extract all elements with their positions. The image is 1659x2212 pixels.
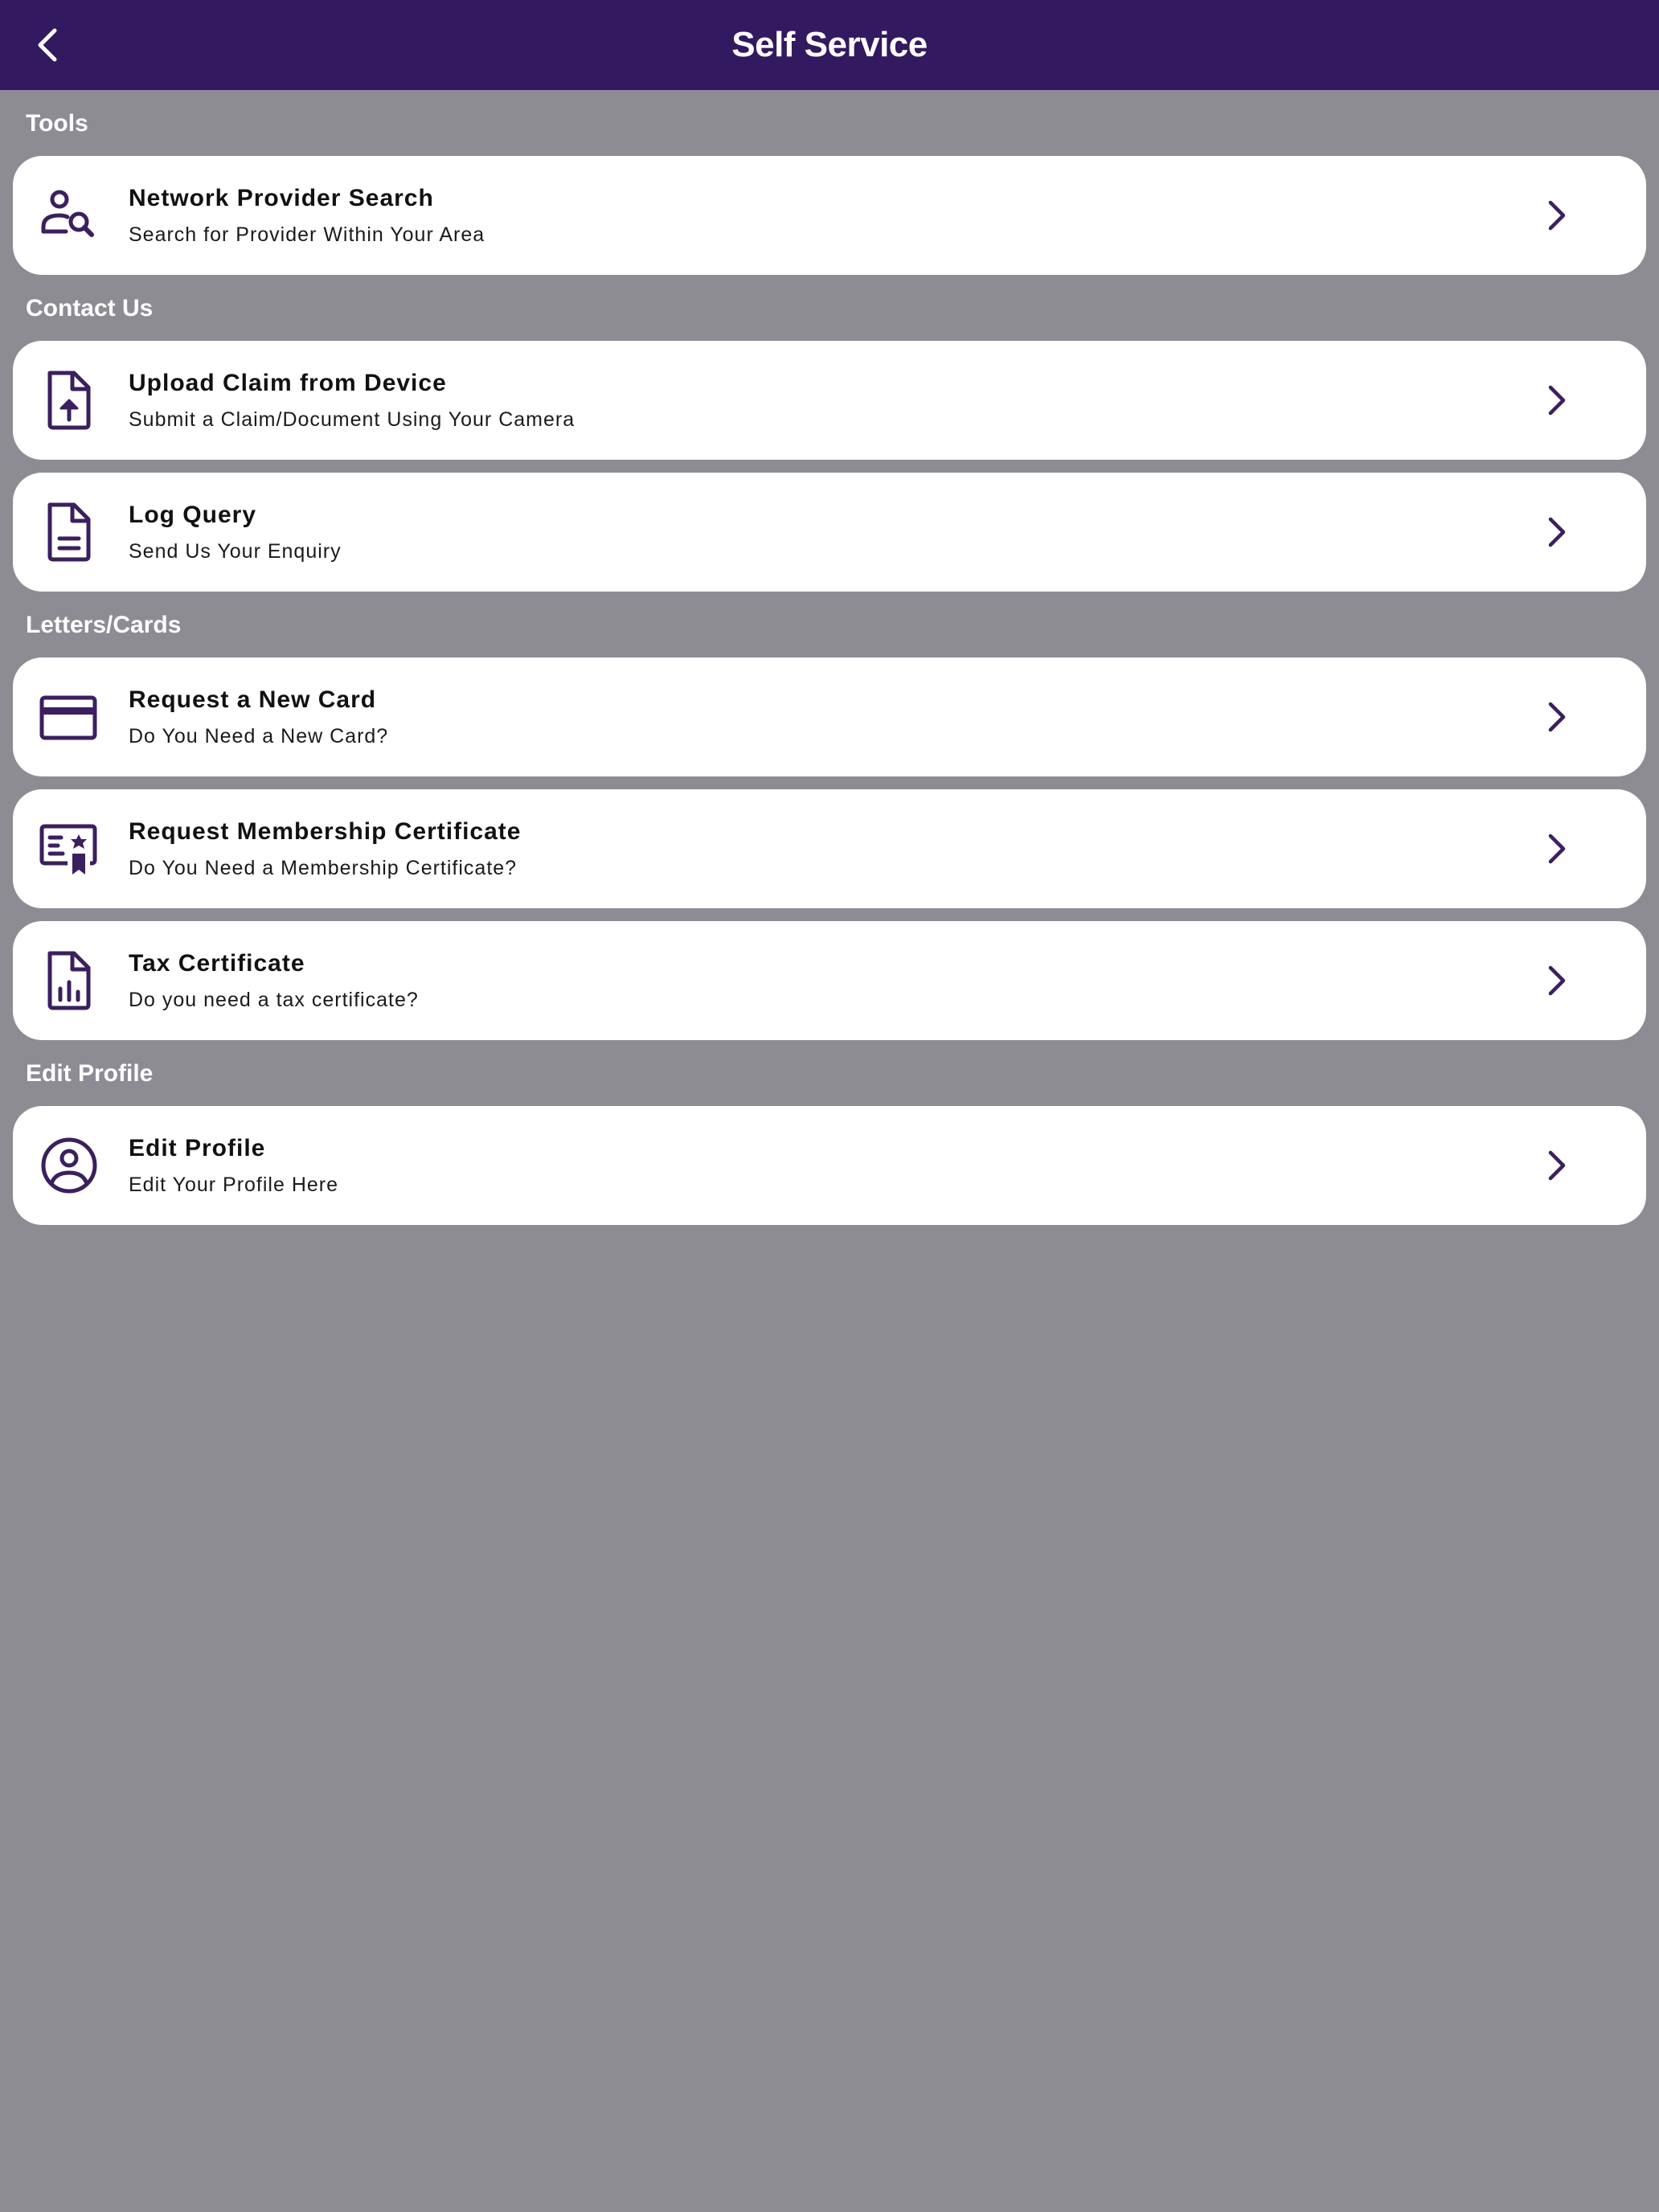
item-title: Request Membership Certificate [129, 818, 522, 845]
document-icon [39, 502, 100, 563]
edit-profile-item[interactable]: Edit Profile Edit Your Profile Here [13, 1106, 1646, 1225]
request-new-card-item[interactable]: Request a New Card Do You Need a New Car… [13, 657, 1646, 776]
item-subtitle: Submit a Claim/Document Using Your Camer… [129, 408, 576, 431]
item-title: Network Provider Search [129, 185, 434, 211]
item-title: Tax Certificate [129, 950, 305, 977]
item-title: Upload Claim from Device [129, 370, 447, 396]
section-header-edit-profile: Edit Profile [26, 1060, 154, 1087]
file-upload-icon [39, 370, 100, 431]
item-title: Log Query [129, 502, 257, 528]
settings-list: Tools Network Provider Search Search for… [0, 90, 1659, 1225]
credit-card-icon [39, 686, 100, 748]
log-query-item[interactable]: Log Query Send Us Your Enquiry [13, 473, 1646, 592]
network-provider-search-item[interactable]: Network Provider Search Search for Provi… [13, 156, 1646, 275]
item-subtitle: Do You Need a Membership Certificate? [129, 857, 518, 879]
chevron-right-icon [1537, 698, 1575, 736]
upload-claim-item[interactable]: Upload Claim from Device Submit a Claim/… [13, 341, 1646, 460]
section-header-tools: Tools [26, 110, 88, 137]
navigation-bar: Self Service [0, 0, 1659, 90]
user-search-icon [39, 185, 100, 246]
chevron-right-icon [1537, 513, 1575, 551]
section-header-letters-cards: Letters/Cards [26, 612, 182, 638]
certificate-icon [39, 818, 100, 879]
chevron-right-icon [1537, 830, 1575, 868]
page-title: Self Service [731, 25, 928, 64]
chevron-right-icon [1537, 1146, 1575, 1185]
file-chart-icon [39, 950, 100, 1011]
item-subtitle: Do You Need a New Card? [129, 725, 389, 748]
section-header-contact-us: Contact Us [26, 295, 154, 322]
item-subtitle: Send Us Your Enquiry [129, 540, 342, 563]
tax-certificate-item[interactable]: Tax Certificate Do you need a tax certif… [13, 921, 1646, 1040]
chevron-right-icon [1537, 961, 1575, 1000]
item-subtitle: Edit Your Profile Here [129, 1174, 339, 1196]
item-title: Request a New Card [129, 686, 377, 713]
chevron-right-icon [1537, 381, 1575, 420]
item-subtitle: Search for Provider Within Your Area [129, 223, 485, 246]
request-membership-certificate-item[interactable]: Request Membership Certificate Do You Ne… [13, 789, 1646, 908]
chevron-right-icon [1537, 196, 1575, 235]
user-circle-icon [39, 1135, 100, 1196]
item-subtitle: Do you need a tax certificate? [129, 989, 419, 1011]
item-title: Edit Profile [129, 1135, 266, 1161]
